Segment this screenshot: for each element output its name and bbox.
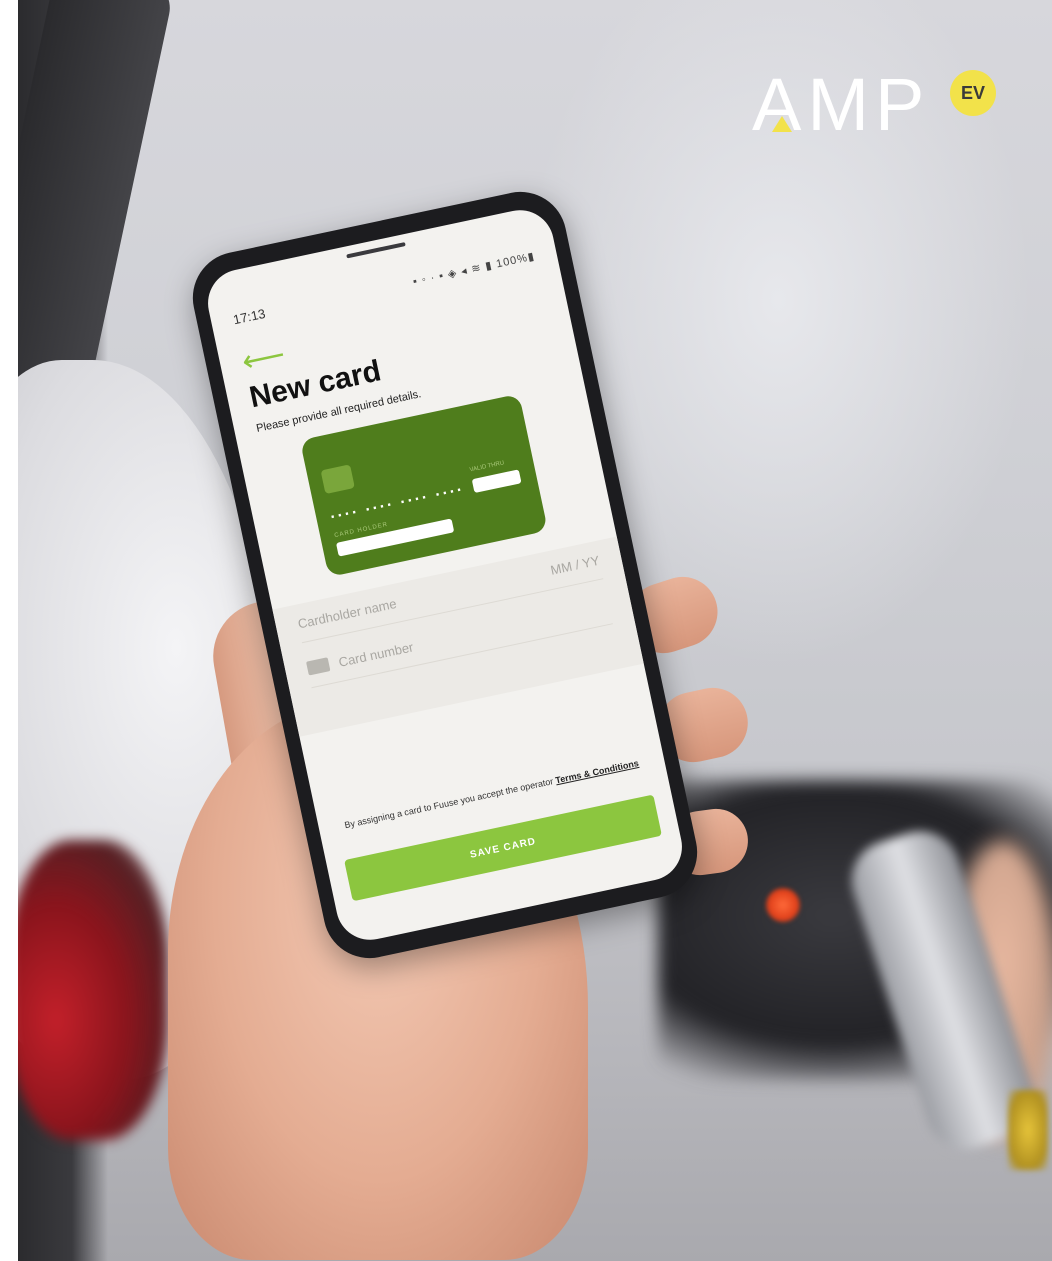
charging-port-light: [766, 888, 800, 922]
status-icons: ▪ ◦ · ▪ ◈ ◂ ≋ ▮ 100%▮: [411, 250, 536, 288]
earpiece-speaker: [346, 242, 406, 259]
brand-logo: AMP EV: [752, 68, 1012, 142]
arrow-left-icon[interactable]: ⟵: [239, 338, 288, 379]
credit-card-preview: VALID THRU ···· ···· ···· ···· CARD HOLD…: [299, 393, 549, 578]
credit-card-icon: [306, 657, 331, 676]
cardholder-name-input[interactable]: Cardholder name: [296, 595, 397, 631]
chip-icon: [320, 464, 355, 495]
status-time: 17:13: [231, 305, 267, 327]
card-number-input[interactable]: Card number: [337, 639, 414, 669]
card-expiry-box: [471, 469, 522, 494]
status-bar: 17:13 ▪ ◦ · ▪ ◈ ◂ ≋ ▮ 100%▮: [231, 246, 536, 330]
ev-badge: EV: [950, 70, 996, 116]
car-tail-light: [18, 840, 168, 1140]
card-holder-box: [335, 518, 455, 557]
card-valid-label: VALID THRU: [469, 460, 505, 474]
charging-plug-tip: [1008, 1090, 1048, 1170]
terms-link[interactable]: Terms & Conditions: [555, 758, 640, 785]
expiry-input[interactable]: MM / YY: [549, 552, 601, 577]
triangle-icon: [772, 116, 792, 132]
